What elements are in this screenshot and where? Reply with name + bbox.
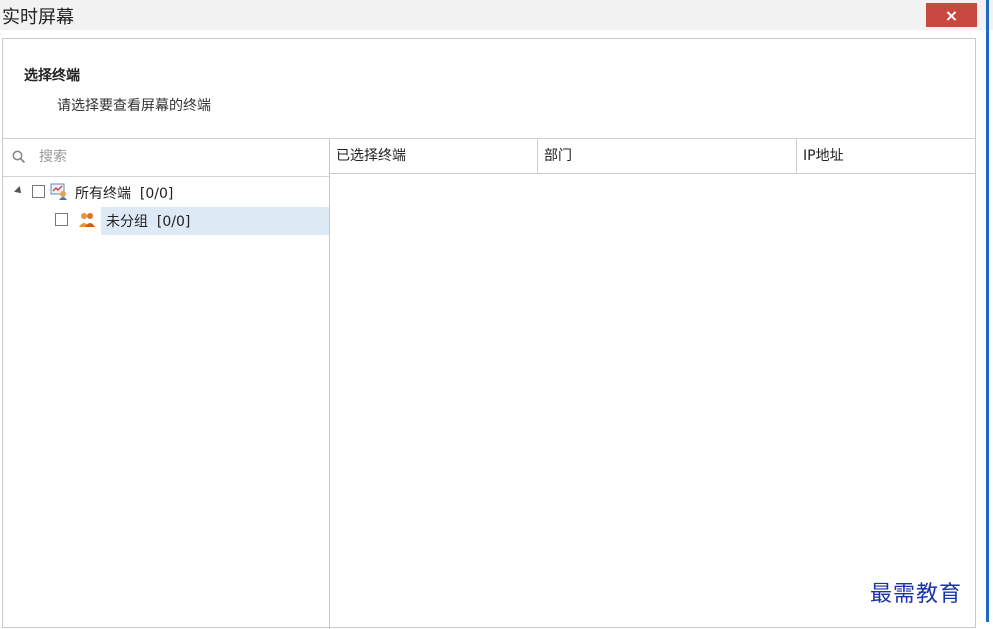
close-icon: × (944, 5, 959, 25)
window-title: 实时屏幕 (2, 7, 74, 28)
search-icon (12, 150, 26, 164)
title-bar: 实时屏幕 × (0, 0, 993, 30)
watermark: 最需教育 (870, 582, 963, 607)
table-header: 已选择终端 部门 IP地址 (330, 139, 975, 174)
tree-node-label: 未分组 [0/0] (106, 214, 191, 230)
section-description: 请选择要查看屏幕的终端 (57, 98, 211, 114)
checkbox-ungrouped[interactable] (55, 213, 68, 226)
window-edge (986, 0, 989, 622)
tree-node-ungrouped[interactable]: 未分组 [0/0] (3, 207, 329, 235)
terminal-tree-panel: 所有终端 [0/0] 未分组 [0/0] (3, 139, 330, 629)
selected-terminals-table: 已选择终端 部门 IP地址 (330, 139, 975, 629)
checkbox-all-terminals[interactable] (32, 185, 45, 198)
dialog-header: 选择终端 请选择要查看屏幕的终端 (3, 39, 975, 139)
tree-node-label: 所有终端 [0/0] (75, 186, 174, 202)
tree-node-all-terminals[interactable]: 所有终端 [0/0] (3, 179, 329, 205)
column-header-department[interactable]: 部门 (538, 139, 796, 173)
column-header-selected-terminal[interactable]: 已选择终端 (330, 139, 537, 173)
dialog-frame: 选择终端 请选择要查看屏幕的终端 所有终端 [0/0] (2, 38, 976, 629)
search-bar (3, 139, 329, 177)
expand-triangle-icon[interactable] (14, 186, 24, 196)
column-header-ip-address[interactable]: IP地址 (797, 139, 975, 173)
close-button[interactable]: × (926, 3, 977, 27)
section-title: 选择终端 (24, 68, 80, 84)
group-users-icon (79, 213, 95, 227)
table-body (330, 174, 975, 629)
search-input[interactable] (39, 145, 319, 169)
all-terminals-icon (50, 183, 67, 200)
